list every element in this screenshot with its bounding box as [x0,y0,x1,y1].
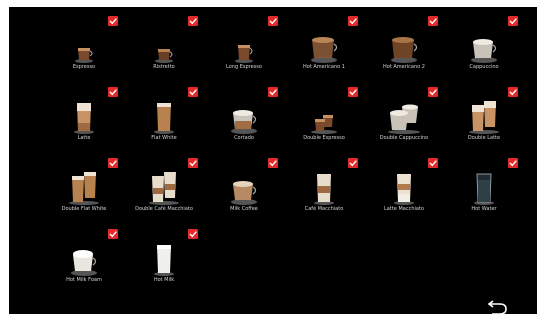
drink-tile-cortado[interactable]: Cortado [204,85,284,155]
hot-water-glass-icon [444,168,524,206]
drink-label: Ristretto [153,64,175,70]
drink-label: Hot Milk Foam [66,277,102,283]
double-espresso-cups-icon [284,97,364,135]
checkbox-checked-icon[interactable] [108,87,118,97]
checkbox-checked-icon[interactable] [508,16,518,26]
latte-macchiato-glass-icon [364,168,444,206]
drink-label: Café Macchiato [304,206,344,212]
drink-selection-screen: Espresso Ristretto Long Espresso Hot Ame… [9,7,537,314]
checkbox-checked-icon[interactable] [188,229,198,239]
drink-label: Flat White [151,135,177,141]
checkbox-checked-icon[interactable] [188,87,198,97]
americano-cup-icon [364,26,444,64]
drink-label: Hot Water [471,206,497,212]
drink-tile-cappuccino[interactable]: Cappuccino [444,14,524,84]
double-cafe-macchiato-glasses-icon [124,168,204,206]
drink-label: Long Espresso [226,64,262,70]
espresso-cup-icon [44,26,124,64]
ristretto-cup-icon [124,26,204,64]
drink-tile-hot-milk-foam[interactable]: Hot Milk Foam [44,227,124,297]
drink-tile-hot-milk[interactable]: Hot Milk [124,227,204,297]
drink-tile-milk-coffee[interactable]: Milk Coffee [204,156,284,226]
drink-label: Double Latte [467,135,501,141]
latte-glass-icon [44,97,124,135]
checkbox-checked-icon[interactable] [348,16,358,26]
checkbox-checked-icon[interactable] [268,158,278,168]
cappuccino-cup-icon [444,26,524,64]
long-espresso-cup-icon [204,26,284,64]
drink-label: Cappuccino [469,64,499,70]
back-arrow-icon [487,300,507,314]
americano-cup-icon [284,26,364,64]
drink-tile-latte-macchiato[interactable]: Latte Macchiato [364,156,444,226]
drink-tile-ristretto[interactable]: Ristretto [124,14,204,84]
drink-tile-double-cappuccino[interactable]: Double Cappuccino [364,85,444,155]
drink-label: Hot Americano 1 [303,64,345,70]
checkbox-checked-icon[interactable] [268,87,278,97]
milk-coffee-cup-icon [204,168,284,206]
double-cappuccino-cups-icon [364,97,444,135]
cafe-macchiato-glass-icon [284,168,364,206]
flat-white-glass-icon [124,97,204,135]
checkbox-checked-icon[interactable] [428,16,438,26]
checkbox-checked-icon[interactable] [428,158,438,168]
checkbox-checked-icon[interactable] [108,16,118,26]
drink-label: Double Cappuccino [379,135,429,141]
drink-tile-double-cafe-macchiato[interactable]: Double Café Macchiato [124,156,204,226]
drink-tile-long-espresso[interactable]: Long Espresso [204,14,284,84]
hot-milk-glass-icon [124,239,204,277]
checkbox-checked-icon[interactable] [508,158,518,168]
drink-tile-hot-water[interactable]: Hot Water [444,156,524,226]
drink-tile-hot-americano-2[interactable]: Hot Americano 2 [364,14,444,84]
checkbox-checked-icon[interactable] [108,229,118,239]
drink-label: Double Espresso [303,135,345,141]
drink-tile-latte[interactable]: Latte [44,85,124,155]
drink-label: Milk Coffee [230,206,258,212]
drink-label: Double Flat White [61,206,107,212]
checkbox-checked-icon[interactable] [188,158,198,168]
checkbox-checked-icon[interactable] [508,87,518,97]
drink-label: Latte Macchiato [384,206,424,212]
drink-tile-double-latte[interactable]: Double Latte [444,85,524,155]
drink-tile-flat-white[interactable]: Flat White [124,85,204,155]
drink-label: Hot Milk [153,277,175,283]
drink-label: Double Café Macchiato [135,206,193,212]
drink-label: Hot Americano 2 [383,64,425,70]
checkbox-checked-icon[interactable] [348,158,358,168]
drink-label: Espresso [72,64,96,70]
drink-tile-espresso[interactable]: Espresso [44,14,124,84]
checkbox-checked-icon[interactable] [108,158,118,168]
milk-foam-cup-icon [44,239,124,277]
double-flat-white-glasses-icon [44,168,124,206]
checkbox-checked-icon[interactable] [268,16,278,26]
drink-tile-cafe-macchiato[interactable]: Café Macchiato [284,156,364,226]
drink-label: Cortado [234,135,254,141]
drink-tile-hot-americano-1[interactable]: Hot Americano 1 [284,14,364,84]
back-button[interactable] [484,300,510,314]
drink-tile-double-espresso[interactable]: Double Espresso [284,85,364,155]
double-latte-glasses-icon [444,97,524,135]
checkbox-checked-icon[interactable] [348,87,358,97]
checkbox-checked-icon[interactable] [188,16,198,26]
cortado-cup-icon [204,97,284,135]
checkbox-checked-icon[interactable] [428,87,438,97]
drink-label: Latte [77,135,91,141]
drink-tile-double-flat-white[interactable]: Double Flat White [44,156,124,226]
